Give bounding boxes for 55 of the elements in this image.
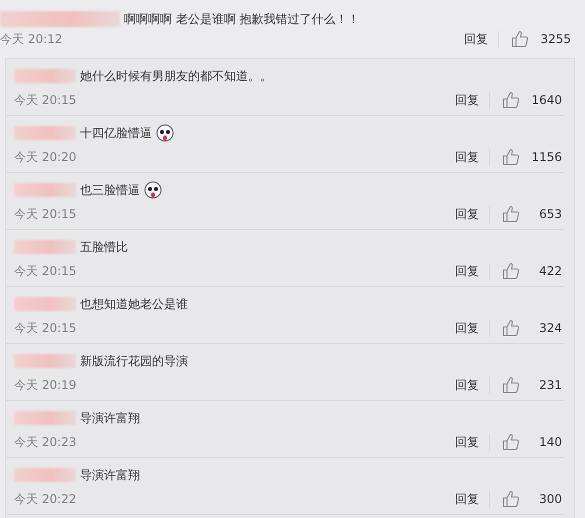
like-count: 300: [538, 492, 562, 506]
like-count: 1640: [530, 93, 562, 107]
comment-text: 也三脸懵逼: [80, 182, 140, 198]
comment-time: 今天 20:15: [14, 92, 78, 108]
like-count: 140: [538, 435, 562, 449]
blurred-name: [14, 354, 76, 368]
reply-link[interactable]: 回复: [445, 320, 490, 336]
comment-time: 今天 20:12: [0, 30, 64, 48]
blurred-name: [14, 126, 76, 140]
blurred-name: [14, 297, 76, 311]
blurred-name: [14, 240, 76, 254]
reply-link[interactable]: 回复: [445, 148, 490, 166]
reply-link[interactable]: 回复: [445, 490, 490, 508]
comment-text: 五脸懵比: [80, 238, 128, 256]
comment-text: 十四亿脸懵逼: [80, 124, 152, 142]
thumbs-up-icon[interactable]: [502, 433, 520, 451]
thumbs-up-icon[interactable]: [502, 490, 520, 508]
like-count: 324: [538, 321, 562, 335]
thumbs-up-icon[interactable]: [511, 30, 529, 48]
thumbs-up-icon[interactable]: [502, 262, 520, 280]
thumbs-up-icon[interactable]: [502, 205, 520, 223]
like-count: 653: [538, 207, 562, 221]
emoji-icon: [144, 181, 162, 199]
thumbs-up-icon[interactable]: [502, 91, 520, 109]
comment-time: 今天 20:23: [14, 434, 78, 450]
like-count: 1156: [530, 150, 562, 164]
comment-text: 导演许富翔: [80, 410, 140, 426]
reply-link[interactable]: 回复: [454, 30, 499, 48]
reply-link[interactable]: 回复: [445, 206, 490, 222]
like-count: 3255: [539, 32, 571, 46]
comment-time: 今天 20:15: [14, 206, 78, 222]
comment-time: 今天 20:20: [14, 148, 78, 166]
comment-time: 今天 20:22: [14, 490, 78, 508]
comment-time: 今天 20:19: [14, 376, 78, 394]
like-count: 422: [538, 264, 562, 278]
thumbs-up-icon[interactable]: [502, 148, 520, 166]
reply-link[interactable]: 回复: [445, 92, 490, 108]
reply-link[interactable]: 回复: [445, 376, 490, 394]
comment-time: 今天 20:15: [14, 262, 78, 280]
comment-text: 啊啊啊啊 老公是谁啊 抱歉我错过了什么！！: [124, 10, 360, 28]
blurred-name: [14, 468, 76, 482]
blurred-name: [14, 69, 76, 83]
blurred-name: [14, 183, 76, 197]
thumbs-up-icon[interactable]: [502, 376, 520, 394]
blurred-name: [14, 411, 76, 425]
thumbs-up-icon[interactable]: [502, 319, 520, 337]
comment-text: 她什么时候有男朋友的都不知道。。: [80, 68, 272, 84]
comment-text: 导演许富翔: [80, 466, 140, 484]
like-count: 231: [538, 378, 562, 392]
comment-time: 今天 20:15: [14, 320, 78, 336]
comment-text: 也想知道她老公是谁: [80, 296, 188, 312]
emoji-icon: [156, 124, 174, 142]
comment-text: 新版流行花园的导演: [80, 352, 188, 370]
reply-link[interactable]: 回复: [445, 434, 490, 450]
reply-link[interactable]: 回复: [445, 262, 490, 280]
